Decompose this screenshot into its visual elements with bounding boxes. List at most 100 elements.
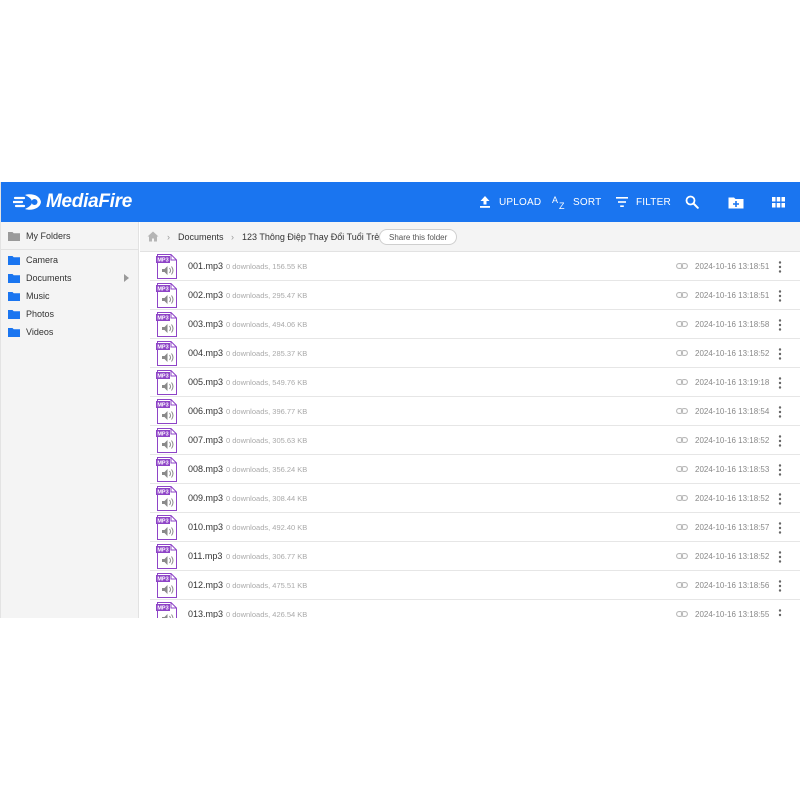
file-name[interactable]: 001.mp3 bbox=[188, 261, 223, 271]
breadcrumb-separator: › bbox=[231, 232, 234, 242]
file-name[interactable]: 006.mp3 bbox=[188, 406, 223, 416]
folder-icon bbox=[8, 256, 20, 265]
file-name[interactable]: 002.mp3 bbox=[188, 290, 223, 300]
file-name[interactable]: 012.mp3 bbox=[188, 580, 223, 590]
link-icon[interactable] bbox=[676, 262, 688, 270]
file-row[interactable]: MP3 009.mp3 0 downloads, 308.44 KB 2024-10-… bbox=[150, 484, 800, 513]
my-folders-header[interactable]: My Folders bbox=[1, 222, 139, 250]
mp3-badge-text: MP3 bbox=[157, 432, 168, 438]
more-options-icon[interactable] bbox=[775, 521, 785, 535]
file-name[interactable]: 003.mp3 bbox=[188, 319, 223, 329]
sidebar-item-videos[interactable]: Videos bbox=[1, 323, 139, 341]
more-options-icon[interactable] bbox=[775, 608, 785, 618]
folder-icon bbox=[8, 310, 20, 319]
file-row[interactable]: MP3 007.mp3 0 downloads, 305.63 KB 2024-10-… bbox=[150, 426, 800, 455]
mp3-badge-text: MP3 bbox=[157, 345, 168, 351]
more-options-icon[interactable] bbox=[775, 260, 785, 274]
home-icon[interactable] bbox=[147, 231, 159, 242]
file-date: 2024-10-16 13:18:56 bbox=[695, 581, 770, 590]
file-row[interactable]: MP3 008.mp3 0 downloads, 356.24 KB 2024-10-… bbox=[150, 455, 800, 484]
file-meta: 0 downloads, 426.54 KB bbox=[226, 610, 308, 618]
file-row[interactable]: MP3 006.mp3 0 downloads, 396.77 KB 2024-10-… bbox=[150, 397, 800, 426]
file-row[interactable]: MP3 001.mp3 0 downloads, 156.55 KB 2024-10-… bbox=[150, 252, 800, 281]
mp3-badge-text: MP3 bbox=[157, 258, 168, 264]
link-icon[interactable] bbox=[676, 349, 688, 357]
file-name[interactable]: 011.mp3 bbox=[188, 551, 222, 561]
sidebar-item-label: Photos bbox=[26, 309, 55, 319]
upload-button[interactable]: UPLOAD bbox=[478, 182, 541, 222]
link-icon[interactable] bbox=[676, 523, 688, 531]
top-bar: MediaFire UPLOAD A Z SORT FILTER bbox=[1, 182, 800, 222]
mp3-file-icon: MP3 bbox=[156, 515, 177, 540]
more-options-icon[interactable] bbox=[775, 434, 785, 448]
link-icon[interactable] bbox=[676, 465, 688, 473]
file-row[interactable]: MP3 012.mp3 0 downloads, 475.51 KB 2024-10-… bbox=[150, 571, 800, 600]
sidebar-item-label: Videos bbox=[26, 327, 54, 337]
file-row[interactable]: MP3 002.mp3 0 downloads, 295.47 KB 2024-10-… bbox=[150, 281, 800, 310]
link-icon[interactable] bbox=[676, 436, 688, 444]
more-options-icon[interactable] bbox=[775, 376, 785, 390]
filter-button[interactable]: FILTER bbox=[615, 182, 671, 222]
file-name[interactable]: 010.mp3 bbox=[188, 522, 223, 532]
link-icon[interactable] bbox=[676, 407, 688, 415]
link-icon[interactable] bbox=[676, 494, 688, 502]
link-icon[interactable] bbox=[676, 552, 688, 560]
sidebar-item-camera[interactable]: Camera bbox=[1, 251, 139, 269]
file-name[interactable]: 009.mp3 bbox=[188, 493, 223, 503]
new-folder-button[interactable] bbox=[728, 182, 744, 222]
link-icon[interactable] bbox=[676, 581, 688, 589]
mp3-badge-text: MP3 bbox=[157, 287, 168, 293]
file-name[interactable]: 007.mp3 bbox=[188, 435, 223, 445]
more-options-icon[interactable] bbox=[775, 492, 785, 506]
more-options-icon[interactable] bbox=[775, 579, 785, 593]
link-icon[interactable] bbox=[676, 291, 688, 299]
sidebar-item-documents[interactable]: Documents bbox=[1, 269, 139, 287]
file-row[interactable]: MP3 004.mp3 0 downloads, 285.37 KB 2024-10-… bbox=[150, 339, 800, 368]
folder-icon bbox=[8, 274, 20, 283]
sort-button[interactable]: A Z SORT bbox=[552, 182, 601, 222]
link-icon[interactable] bbox=[676, 320, 688, 328]
file-row[interactable]: MP3 013.mp3 0 downloads, 426.54 KB 2024-10-… bbox=[150, 600, 800, 618]
mediafire-logo[interactable]: MediaFire bbox=[13, 190, 132, 214]
file-name[interactable]: 005.mp3 bbox=[188, 377, 223, 387]
more-options-icon[interactable] bbox=[775, 289, 785, 303]
search-button[interactable] bbox=[685, 182, 699, 222]
mp3-badge-text: MP3 bbox=[157, 490, 168, 496]
file-meta: 0 downloads, 549.76 KB bbox=[226, 378, 308, 387]
file-date: 2024-10-16 13:19:18 bbox=[695, 378, 770, 387]
mp3-file-icon: MP3 bbox=[156, 341, 177, 366]
file-row[interactable]: MP3 005.mp3 0 downloads, 549.76 KB 2024-10-… bbox=[150, 368, 800, 397]
file-row[interactable]: MP3 011.mp3 0 downloads, 306.77 KB 2024-10-… bbox=[150, 542, 800, 571]
file-meta: 0 downloads, 396.77 KB bbox=[226, 407, 308, 416]
file-meta: 0 downloads, 494.06 KB bbox=[226, 320, 308, 329]
share-folder-button[interactable]: Share this folder bbox=[379, 229, 458, 245]
more-options-icon[interactable] bbox=[775, 463, 785, 477]
file-meta: 0 downloads, 306.77 KB bbox=[226, 552, 308, 561]
file-date: 2024-10-16 13:18:52 bbox=[695, 552, 770, 561]
more-options-icon[interactable] bbox=[775, 347, 785, 361]
grid-view-button[interactable] bbox=[772, 182, 785, 222]
sidebar-item-music[interactable]: Music bbox=[1, 287, 139, 305]
expand-arrow-icon[interactable] bbox=[124, 274, 129, 282]
link-icon[interactable] bbox=[676, 378, 688, 386]
folder-icon bbox=[8, 292, 20, 301]
link-icon[interactable] bbox=[676, 610, 688, 618]
file-row[interactable]: MP3 010.mp3 0 downloads, 492.40 KB 2024-10-… bbox=[150, 513, 800, 542]
file-date: 2024-10-16 13:18:52 bbox=[695, 436, 770, 445]
breadcrumb-documents[interactable]: Documents bbox=[178, 232, 224, 242]
file-date: 2024-10-16 13:18:58 bbox=[695, 320, 770, 329]
file-name[interactable]: 004.mp3 bbox=[188, 348, 223, 358]
search-icon bbox=[685, 195, 699, 209]
file-name[interactable]: 008.mp3 bbox=[188, 464, 223, 474]
file-row[interactable]: MP3 003.mp3 0 downloads, 494.06 KB 2024-10-… bbox=[150, 310, 800, 339]
file-name[interactable]: 013.mp3 bbox=[188, 609, 223, 618]
more-options-icon[interactable] bbox=[775, 550, 785, 564]
folder-gray-icon bbox=[8, 231, 20, 241]
sidebar: My Folders Camera Documents Music Photos… bbox=[1, 222, 139, 618]
mp3-file-icon: MP3 bbox=[156, 457, 177, 482]
sidebar-item-photos[interactable]: Photos bbox=[1, 305, 139, 323]
more-options-icon[interactable] bbox=[775, 405, 785, 419]
mp3-file-icon: MP3 bbox=[156, 486, 177, 511]
more-options-icon[interactable] bbox=[775, 318, 785, 332]
mp3-badge-text: MP3 bbox=[157, 519, 168, 525]
